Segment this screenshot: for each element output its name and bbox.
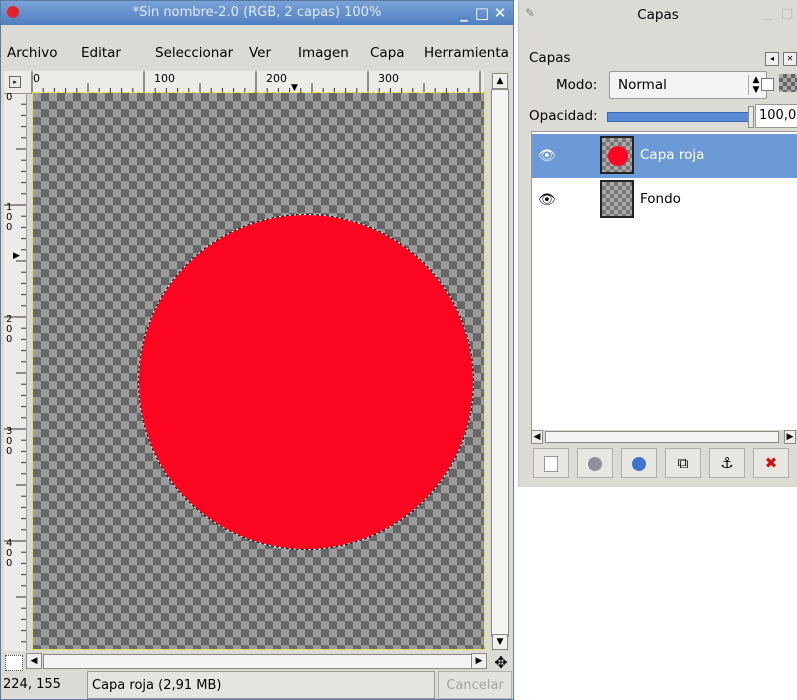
quick-menu-button[interactable]: ▸ <box>4 71 27 94</box>
red-circle-shape <box>139 215 473 549</box>
lock-alpha-checkbox[interactable] <box>761 78 774 91</box>
horizontal-scrollbar[interactable]: ◀ ▶ <box>25 653 487 670</box>
duplicate-layer-icon[interactable]: ⧉ <box>665 448 701 478</box>
layer-list[interactable]: 👁 Capa roja 👁 Fondo <box>531 131 797 431</box>
layer-button-bar: ⧉ ⚓ ✖ <box>531 448 797 482</box>
ruler-label: 300 <box>6 426 13 457</box>
scroll-right-icon[interactable]: ▶ <box>784 430 796 444</box>
cancel-button[interactable]: Cancelar <box>438 671 512 699</box>
menu-ver[interactable]: Ver <box>249 45 271 61</box>
ruler-label: 100 <box>154 72 175 85</box>
image-window-titlebar[interactable]: *Sin nombre-2.0 (RGB, 2 capas) 100% _ □ … <box>1 1 513 25</box>
layer-list-scrollbar[interactable]: ◀ ▶ <box>531 430 797 444</box>
layer-thumbnail <box>600 136 634 174</box>
scroll-left-icon[interactable]: ◀ <box>26 653 42 669</box>
menubar: Archivo Editar Seleccionar Ver Imagen Ca… <box>1 25 513 69</box>
image-window: *Sin nombre-2.0 (RGB, 2 capas) 100% _ □ … <box>0 0 514 700</box>
ruler-label: 0 <box>6 93 13 103</box>
ruler-label: 200 <box>266 72 287 85</box>
mode-value: Normal <box>618 77 667 93</box>
ruler-label: 0 <box>33 72 40 85</box>
menu-archivo[interactable]: Archivo <box>7 45 57 61</box>
opacity-input[interactable]: 100,0 <box>755 104 797 128</box>
ruler-label: 100 <box>6 202 13 233</box>
eye-icon[interactable]: 👁 <box>538 148 556 164</box>
delete-layer-icon[interactable]: ✖ <box>753 448 789 478</box>
tab-menu-icon[interactable]: ◂ <box>765 52 779 66</box>
layer-thumbnail <box>600 180 634 218</box>
opacity-label: Opacidad: <box>529 108 598 124</box>
scroll-down-icon[interactable]: ▼ <box>492 634 508 650</box>
ruler-pointer-icon: ▶ <box>13 251 20 261</box>
layers-dock-title: Capas <box>637 7 679 23</box>
mode-label: Modo: <box>556 77 598 93</box>
dialog-tab-label: Capas <box>529 50 571 66</box>
status-info: Capa roja (2,91 MB) <box>87 671 435 699</box>
ruler-label: 400 <box>6 538 13 569</box>
eye-icon[interactable]: 👁 <box>538 192 556 208</box>
menu-editar[interactable]: Editar <box>81 45 121 61</box>
image-window-title: *Sin nombre-2.0 (RGB, 2 capas) 100% <box>132 5 382 20</box>
lock-alpha-icon <box>779 74 797 92</box>
layer-row[interactable]: 👁 Fondo <box>532 178 797 222</box>
ruler-pointer-icon: ▼ <box>291 83 298 93</box>
vertical-scrollbar[interactable]: ▲ ▼ <box>490 71 510 651</box>
navigate-icon[interactable]: ✥ <box>491 653 511 672</box>
vertical-scroll-thumb[interactable] <box>491 89 509 637</box>
ruler-label: 200 <box>6 314 13 345</box>
layer-row[interactable]: 👁 Capa roja <box>532 134 797 178</box>
layer-name[interactable]: Capa roja <box>640 147 704 163</box>
menu-seleccionar[interactable]: Seleccionar <box>155 45 233 61</box>
close-icon[interactable]: ✕ <box>491 4 509 22</box>
maximize-icon[interactable]: □ <box>473 4 491 22</box>
scroll-left-icon[interactable]: ◀ <box>531 430 543 444</box>
vertical-ruler[interactable]: 0 100 200 300 400 ▶ <box>4 93 27 651</box>
pointer-coordinates: 224, 155 <box>3 677 61 692</box>
horizontal-scroll-thumb[interactable] <box>43 654 475 669</box>
minimize-icon[interactable]: _ <box>455 4 473 22</box>
anchor-layer-icon[interactable]: ⚓ <box>709 448 745 478</box>
layers-dock: ✎ Capas _ □ Capas ◂ ✕ Modo: Normal ▲ ▼ Op… <box>518 0 797 487</box>
opacity-slider[interactable] <box>607 112 749 122</box>
menu-herramientas[interactable]: Herramienta <box>424 45 509 61</box>
menu-capa[interactable]: Capa <box>370 45 405 61</box>
scroll-right-icon[interactable]: ▶ <box>471 653 487 669</box>
mode-select[interactable]: Normal ▲ ▼ <box>609 71 767 99</box>
new-layer-icon[interactable] <box>533 448 569 478</box>
close-tab-icon[interactable]: ✕ <box>783 52 797 66</box>
layers-dock-titlebar[interactable]: ✎ Capas _ □ <box>519 0 797 30</box>
menu-imagen[interactable]: Imagen <box>298 45 349 61</box>
ruler-label: 300 <box>378 72 399 85</box>
quick-mask-toggle[interactable] <box>5 655 23 671</box>
scroll-up-icon[interactable]: ▲ <box>492 73 508 89</box>
layer-list-scroll-thumb[interactable] <box>545 431 779 443</box>
minimize-icon[interactable]: _ <box>765 6 772 21</box>
opacity-slider-handle[interactable] <box>748 106 754 128</box>
lower-layer-icon[interactable] <box>621 448 657 478</box>
layer-name[interactable]: Fondo <box>640 191 681 207</box>
raise-layer-icon[interactable] <box>577 448 613 478</box>
horizontal-ruler[interactable]: 0 100 200 300 ▼ <box>26 71 484 94</box>
maximize-icon[interactable]: □ <box>781 6 793 21</box>
